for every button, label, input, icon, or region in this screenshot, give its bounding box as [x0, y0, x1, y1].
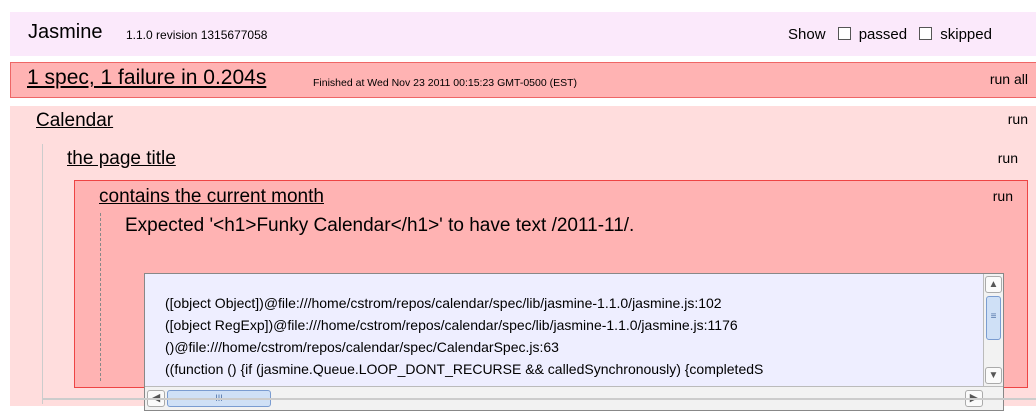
vertical-scrollbar[interactable]: ▲ ≡ ▼	[983, 274, 1003, 386]
subsuite-run-link[interactable]: run	[998, 150, 1018, 166]
skipped-label[interactable]: skipped	[940, 26, 992, 43]
spec-messages: Expected '<h1>Funky Calendar</h1>' to ha…	[100, 213, 1020, 411]
vertical-scroll-thumb[interactable]: ≡	[986, 296, 1001, 340]
runner-summary: 1 spec, 1 failure in 0.204s Finished at …	[10, 62, 1036, 98]
jasmine-logo: Jasmine	[28, 21, 103, 43]
subsuite-name-link[interactable]: the page title	[67, 148, 176, 170]
finished-at-text: Finished at Wed Nov 23 2011 00:15:23 GMT…	[313, 77, 578, 89]
show-label: Show	[788, 26, 826, 43]
version-text: 1.1.0 revision 1315677058	[126, 28, 268, 42]
skipped-checkbox[interactable]	[919, 27, 933, 40]
passed-checkbox[interactable]	[837, 27, 851, 40]
failure-message: Expected '<h1>Funky Calendar</h1>' to ha…	[125, 215, 635, 236]
suite-name-link[interactable]: Calendar	[36, 110, 113, 132]
stack-trace-line: ((function () {if (jasmine.Queue.LOOP_DO…	[165, 361, 764, 377]
filter-options: Show passed skipped	[788, 26, 1000, 43]
failed-spec: contains the current month run Expected …	[74, 180, 1028, 411]
run-all-link[interactable]: run all	[990, 71, 1028, 87]
scroll-down-icon[interactable]: ▼	[985, 367, 1002, 384]
stack-trace-box[interactable]: ([object Object])@file:///home/cstrom/re…	[144, 273, 1004, 411]
stack-trace-line: ()@file:///home/cstrom/repos/calendar/sp…	[165, 339, 559, 355]
scroll-up-icon[interactable]: ▲	[985, 276, 1002, 293]
stack-trace-line: ([object Object])@file:///home/cstrom/re…	[165, 295, 722, 311]
stack-trace-lines: ([object Object])@file:///home/cstrom/re…	[165, 292, 985, 380]
spec-name-link[interactable]: contains the current month	[99, 186, 324, 208]
stack-trace-line: ([object RegExp])@file:///home/cstrom/re…	[165, 317, 738, 333]
jasmine-banner: Jasmine 1.1.0 revision 1315677058 Show p…	[10, 12, 1036, 56]
passed-label[interactable]: passed	[859, 26, 907, 43]
suite-run-link[interactable]: run	[1008, 111, 1028, 127]
spec-run-link[interactable]: run	[993, 188, 1013, 204]
runner-description-link[interactable]: 1 spec, 1 failure in 0.204s	[27, 66, 266, 90]
